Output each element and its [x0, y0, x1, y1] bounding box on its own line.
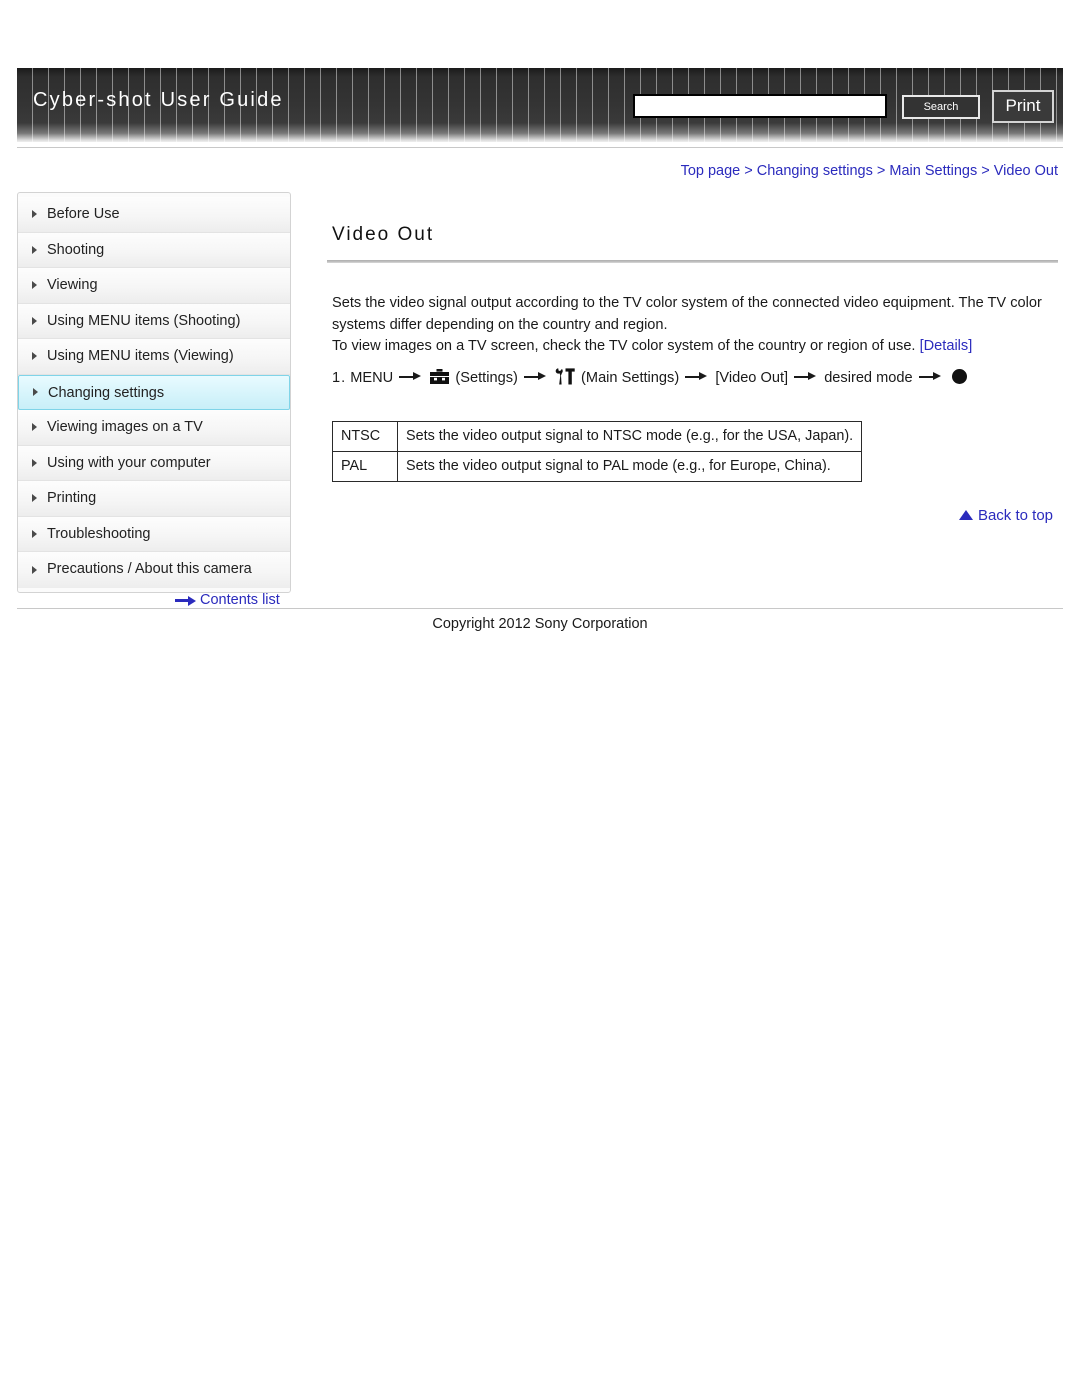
sidebar-item-label: Changing settings — [48, 384, 165, 401]
breadcrumb-item-top-page[interactable]: Top page — [681, 163, 741, 179]
table-cell-key: PAL — [332, 450, 398, 482]
description-paragraph: Sets the video signal output according t… — [332, 293, 1058, 358]
triangle-bullet-icon — [32, 245, 37, 254]
triangle-bullet-icon — [32, 529, 37, 538]
triangle-bullet-icon — [32, 352, 37, 361]
site-title: Cyber-shot User Guide — [33, 89, 284, 111]
print-button[interactable]: Print — [992, 90, 1054, 123]
triangle-bullet-icon — [32, 565, 37, 574]
sidebar-item-label: Printing — [47, 490, 97, 506]
sidebar-item-label: Before Use — [47, 206, 120, 222]
triangle-up-icon — [958, 509, 973, 520]
arrow-right-icon — [794, 371, 818, 383]
sidebar-item-precautions-about-this-camera[interactable]: Precautions / About this camera — [18, 552, 290, 588]
back-to-top-label: Back to top — [977, 506, 1053, 524]
triangle-bullet-icon — [32, 458, 37, 467]
arrow-right-icon — [175, 595, 197, 606]
breadcrumb-item-changing-settings[interactable]: Changing settings — [757, 163, 873, 179]
sidebar-item-using-with-your-computer[interactable]: Using with your computer — [18, 445, 290, 481]
breadcrumb-separator: > — [744, 163, 753, 179]
description-text-2: To view images on a TV screen, check the… — [332, 338, 916, 354]
step-main-settings-label: (Main Settings) — [581, 369, 680, 386]
triangle-bullet-icon — [32, 210, 37, 219]
breadcrumb-item-main-settings[interactable]: Main Settings — [889, 163, 977, 179]
sidebar-item-using-menu-items-shooting[interactable]: Using MENU items (Shooting) — [18, 303, 290, 339]
tools-wrench-hammer-icon — [555, 367, 575, 392]
triangle-bullet-icon — [32, 494, 37, 503]
step-menu-label: MENU — [350, 369, 394, 386]
copyright-text: Copyright 2012 Sony Corporation — [432, 616, 648, 632]
back-to-top-link[interactable]: Back to top — [327, 507, 1053, 524]
step-item-label: [Video Out] — [715, 369, 789, 386]
breadcrumb-separator: > — [981, 163, 990, 179]
menu-step-line: 1. MENU (Settings) (Main Settings) [Vide… — [332, 367, 1058, 392]
breadcrumb: Top page > Changing settings > Main Sett… — [327, 163, 1058, 179]
sidebar-nav: Before Use Shooting Viewing Using MENU i… — [17, 192, 291, 593]
step-mode-label: desired mode — [824, 369, 913, 386]
site-header: Cyber-shot User Guide Search Print — [17, 68, 1063, 142]
table-cell-description: Sets the video output signal to PAL mode… — [396, 450, 863, 482]
toolbox-icon — [430, 368, 450, 392]
search-input[interactable] — [633, 94, 887, 118]
arrow-right-icon — [918, 371, 943, 383]
sidebar-item-label: Using MENU items (Shooting) — [47, 312, 241, 329]
table-row: NTSC Sets the video output signal to NTS… — [332, 420, 863, 452]
triangle-bullet-icon — [33, 388, 38, 397]
sidebar-item-label: Using MENU items (Viewing) — [47, 348, 234, 364]
sidebar-item-label: Shooting — [47, 241, 105, 258]
arrow-right-icon — [685, 371, 709, 383]
sidebar-item-label: Viewing — [47, 277, 98, 293]
arrow-right-icon — [399, 371, 423, 383]
sidebar-item-changing-settings[interactable]: Changing settings — [18, 374, 290, 410]
title-divider — [327, 260, 1058, 263]
header-divider — [17, 147, 1063, 148]
table-row: PAL Sets the video output signal to PAL … — [332, 450, 863, 482]
sidebar-item-viewing-images-on-a-tv[interactable]: Viewing images on a TV — [18, 410, 290, 446]
description-text-1: Sets the video signal output according t… — [332, 295, 1042, 333]
sidebar-item-shooting[interactable]: Shooting — [18, 232, 290, 268]
step-number: 1. — [332, 369, 347, 386]
footer-divider — [17, 608, 1063, 609]
triangle-bullet-icon — [32, 281, 37, 290]
page-root: Cyber-shot User Guide Search Print Top p… — [0, 0, 1080, 1397]
search-button[interactable]: Search — [902, 95, 980, 119]
table-cell-key: NTSC — [332, 420, 398, 452]
page-title: Video Out — [332, 224, 435, 245]
triangle-bullet-icon — [32, 423, 37, 432]
triangle-bullet-icon — [32, 316, 37, 325]
sidebar-item-label: Troubleshooting — [47, 525, 151, 542]
contents-list-link[interactable]: Contents list — [175, 592, 280, 608]
sidebar-item-label: Using with your computer — [47, 454, 211, 471]
breadcrumb-separator: > — [876, 163, 886, 179]
sidebar-item-before-use[interactable]: Before Use — [18, 197, 290, 233]
sidebar-item-using-menu-items-viewing[interactable]: Using MENU items (Viewing) — [18, 339, 290, 375]
control-button-circle-icon — [951, 368, 967, 384]
sidebar-item-printing[interactable]: Printing — [18, 481, 290, 517]
step-settings-label: (Settings) — [455, 369, 518, 386]
contents-list-label: Contents list — [200, 592, 280, 608]
sidebar-item-label: Viewing images on a TV — [47, 419, 203, 435]
sidebar-item-label: Precautions / About this camera — [47, 561, 252, 577]
table-cell-description: Sets the video output signal to NTSC mod… — [396, 420, 863, 452]
arrow-right-icon — [523, 371, 548, 383]
sidebar-item-troubleshooting[interactable]: Troubleshooting — [18, 516, 290, 552]
main-content: Video Out Sets the video signal output a… — [327, 192, 1058, 524]
sidebar-item-viewing[interactable]: Viewing — [18, 268, 290, 304]
breadcrumb-item-video-out[interactable]: Video Out — [994, 163, 1058, 179]
details-link[interactable]: [Details] — [920, 338, 973, 354]
video-out-options-table: NTSC Sets the video output signal to NTS… — [332, 420, 863, 482]
